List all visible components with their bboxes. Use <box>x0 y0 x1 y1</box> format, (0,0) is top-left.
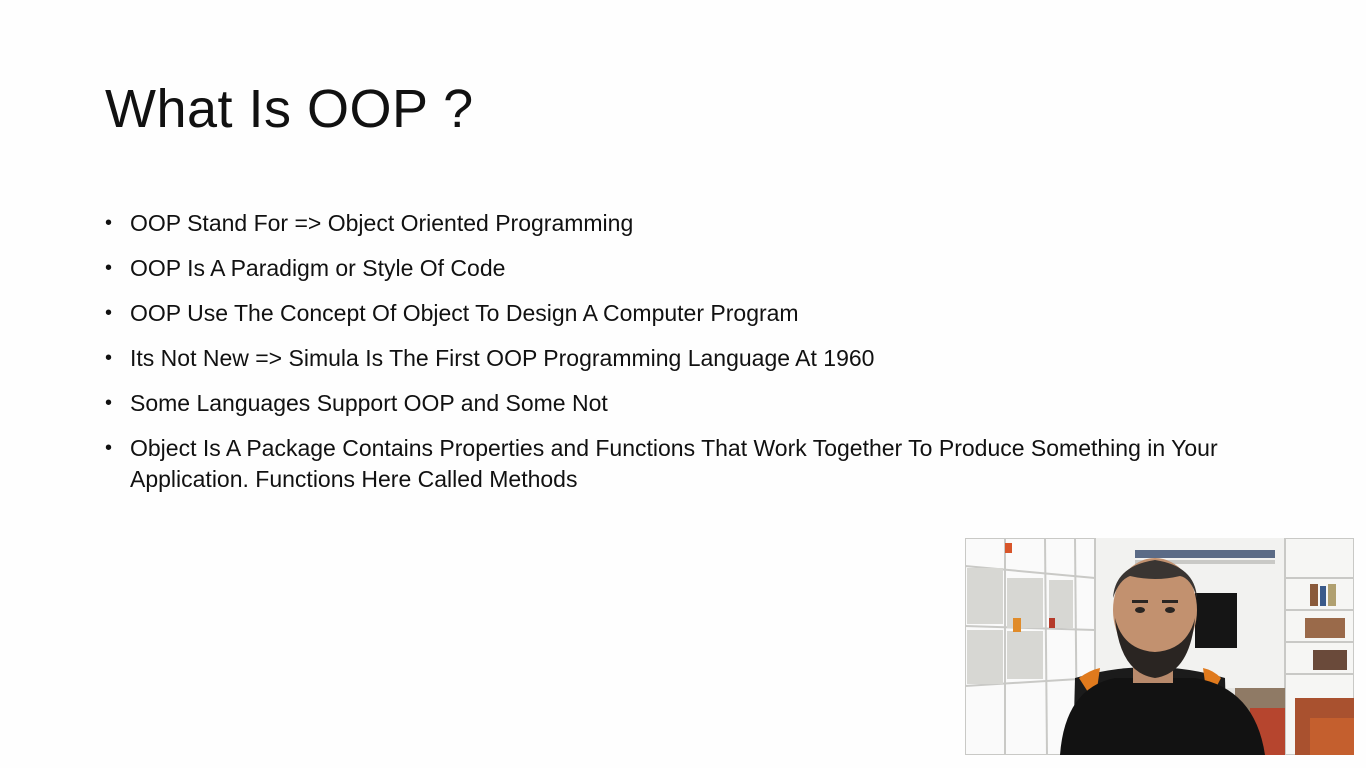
bullet-text: OOP Is A Paradigm or Style Of Code <box>130 255 506 281</box>
bullet-dot-icon: • <box>105 212 113 234</box>
bullet-list: • OOP Stand For => Object Oriented Progr… <box>105 208 1275 509</box>
presenter-webcam <box>965 538 1354 755</box>
bullet-dot-icon: • <box>105 257 113 279</box>
bullet-item: • Object Is A Package Contains Propertie… <box>105 433 1275 495</box>
slide-title: What Is OOP ? <box>105 79 474 139</box>
bullet-text: Some Languages Support OOP and Some Not <box>130 390 608 416</box>
bullet-dot-icon: • <box>105 302 113 324</box>
bullet-dot-icon: • <box>105 392 113 414</box>
bullet-dot-icon: • <box>105 347 113 369</box>
bullet-item: • OOP Stand For => Object Oriented Progr… <box>105 208 1275 239</box>
bullet-text: OOP Use The Concept Of Object To Design … <box>130 300 799 326</box>
bullet-item: • Some Languages Support OOP and Some No… <box>105 388 1275 419</box>
presenter-video-icon <box>965 538 1354 755</box>
bullet-item: • OOP Is A Paradigm or Style Of Code <box>105 253 1275 284</box>
bullet-text: Its Not New => Simula Is The First OOP P… <box>130 345 875 371</box>
bullet-item: • Its Not New => Simula Is The First OOP… <box>105 343 1275 374</box>
bullet-text: Object Is A Package Contains Properties … <box>130 435 1218 492</box>
bullet-item: • OOP Use The Concept Of Object To Desig… <box>105 298 1275 329</box>
bullet-dot-icon: • <box>105 437 113 459</box>
bullet-text: OOP Stand For => Object Oriented Program… <box>130 210 634 236</box>
